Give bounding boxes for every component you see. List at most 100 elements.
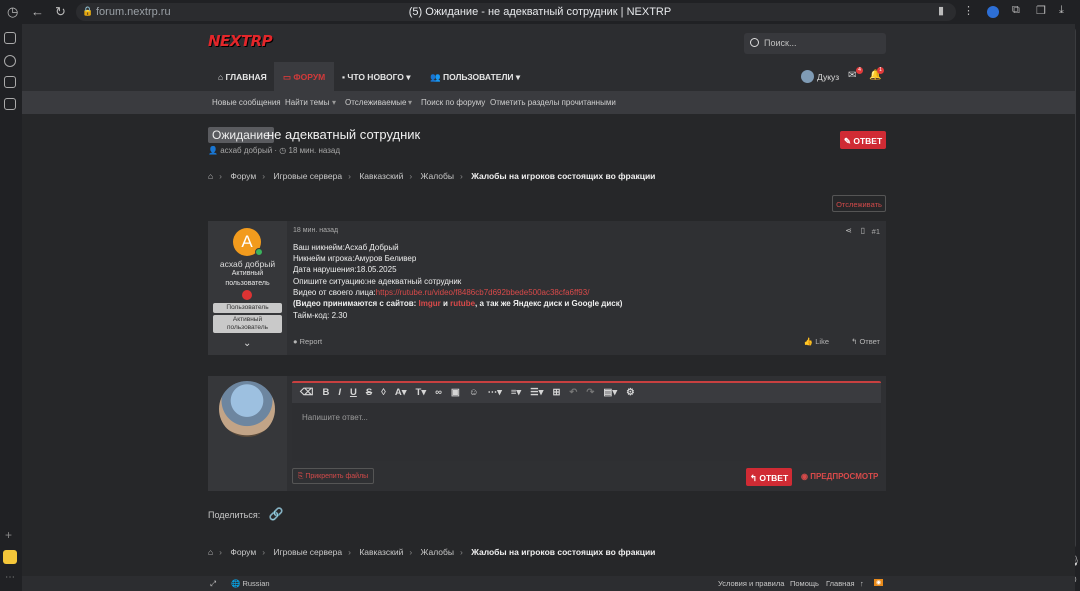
user-title-line2: пользователь: [225, 280, 270, 287]
share-icon[interactable]: ⋖: [845, 226, 852, 235]
share-label: Поделиться:: [208, 510, 261, 520]
nav-forum[interactable]: ▭ ФОРУМ: [274, 62, 335, 91]
post-number[interactable]: #1: [872, 227, 880, 236]
subnav-mark-read[interactable]: Отметить разделы прочитанными: [490, 98, 616, 107]
site-logo[interactable]: NEXTRP: [208, 32, 273, 50]
back-icon[interactable]: ←: [31, 4, 44, 19]
crumb-servers[interactable]: Игровые сервера: [273, 547, 342, 557]
rutube-link[interactable]: rutube: [450, 299, 475, 308]
thread-meta: 👤 асхаб добрый · ◷ 18 мин. назад: [208, 146, 341, 155]
crumb-complaints[interactable]: Жалобы: [421, 171, 454, 181]
align-icon[interactable]: ≡▾: [511, 387, 521, 403]
report-link[interactable]: ● Report: [293, 337, 322, 346]
crumb-current[interactable]: Жалобы на игроков состоящих во фракции: [471, 547, 655, 557]
user-name[interactable]: Дукуз: [817, 72, 839, 82]
address-bar[interactable]: [76, 3, 956, 21]
font-family-icon[interactable]: T▾: [416, 387, 427, 403]
post-username[interactable]: асхаб добрый: [208, 259, 287, 269]
post-item: A асхаб добрый Активный пользователь Поль…: [208, 221, 886, 355]
reply-textarea[interactable]: Напишите ответ...: [292, 403, 881, 461]
site-footer: ⤢ 🌐 Russian Условия и правила Помощь Гла…: [22, 576, 1075, 591]
settings-icon[interactable]: ⚙: [626, 387, 635, 403]
undo-icon[interactable]: ↶: [569, 387, 577, 403]
history-icon[interactable]: ◷: [7, 4, 18, 20]
user-title-line1: Активный: [231, 270, 264, 277]
scroll-top-icon[interactable]: ↑: [860, 579, 864, 588]
inbox-icon[interactable]: ✉: [848, 70, 856, 81]
nav-home[interactable]: ⌂ ГЛАВНАЯ: [218, 62, 267, 91]
subnav-new-posts[interactable]: Новые сообщения: [212, 98, 281, 107]
search-input[interactable]: Поиск...: [744, 33, 886, 54]
user-badge-icon: [242, 290, 252, 300]
italic-icon[interactable]: I: [338, 387, 341, 403]
vk-extension-icon[interactable]: [987, 6, 999, 18]
home-icon[interactable]: ⌂: [208, 171, 213, 181]
table-icon[interactable]: ⊞: [552, 387, 560, 403]
crumb-caucasus[interactable]: Кавказский: [359, 547, 403, 557]
video-link[interactable]: https://rutube.ru/video/f8486cb7d692bbed…: [376, 288, 590, 297]
reply-button-top-label: ОТВЕТ: [853, 136, 883, 146]
expand-chevron-icon[interactable]: ⌄: [243, 338, 251, 349]
bookmark-icon[interactable]: ▮: [938, 4, 944, 17]
sidebar-add-icon[interactable]: +: [5, 528, 12, 542]
preview-button[interactable]: ◉ ПРЕДПРОСМОТР: [801, 472, 878, 481]
redo-icon[interactable]: ↷: [586, 387, 594, 403]
bold-icon[interactable]: B: [322, 387, 329, 403]
underline-icon[interactable]: U: [350, 387, 357, 403]
subnav-watched[interactable]: Отслеживаемые: [345, 98, 406, 107]
sidebar-3-icon[interactable]: [4, 76, 16, 88]
note-text-2: , а так же Яндекс диск и Google диск): [475, 299, 623, 308]
rss-icon[interactable]: ◉: [874, 579, 884, 586]
reply-label: Ответ: [859, 337, 880, 346]
crumb-complaints[interactable]: Жалобы: [421, 547, 454, 557]
tabs-icon[interactable]: ❐: [1036, 4, 1046, 17]
subnav-search-forum[interactable]: Поиск по форуму: [421, 98, 485, 107]
sidebar-tabs-icon[interactable]: [4, 32, 16, 44]
language-selector[interactable]: 🌐 Russian: [231, 579, 270, 588]
menu-icon[interactable]: ⋮: [963, 4, 974, 17]
footer-home[interactable]: Главная: [826, 579, 855, 588]
attach-files-button[interactable]: ⎘ Прикрепить файлы: [292, 468, 374, 484]
subnav-find-threads[interactable]: Найти темы: [285, 98, 329, 107]
crumb-servers[interactable]: Игровые сервера: [273, 171, 342, 181]
extensions-icon[interactable]: ⧉: [1012, 4, 1020, 17]
crumb-current[interactable]: Жалобы на игроков состоящих во фракции: [471, 171, 655, 181]
submit-reply-button[interactable]: ↰ ОТВЕТ: [746, 468, 792, 486]
more-icon[interactable]: ⋯▾: [488, 387, 502, 403]
footer-terms[interactable]: Условия и правила: [718, 579, 784, 588]
reload-icon[interactable]: ↻: [55, 4, 66, 20]
thread-author[interactable]: асхаб добрый: [220, 146, 272, 155]
crumb-forum[interactable]: Форум: [230, 547, 256, 557]
user-avatar[interactable]: [801, 70, 814, 83]
crumb-forum[interactable]: Форум: [230, 171, 256, 181]
color-icon[interactable]: ◊: [381, 387, 386, 403]
eraser-icon[interactable]: ⌫: [300, 387, 313, 403]
follow-button[interactable]: Отслеживать: [832, 195, 886, 212]
post-time[interactable]: 18 мин. назад: [293, 227, 338, 234]
image-icon[interactable]: ▣: [451, 387, 460, 403]
like-link[interactable]: 👍 Like: [804, 337, 829, 346]
sidebar-app-icon[interactable]: [3, 550, 17, 564]
nav-members[interactable]: 👥 ПОЛЬЗОВАТЕЛИ ▾: [430, 62, 520, 91]
reply-button-top[interactable]: ✎ ОТВЕТ: [840, 131, 886, 149]
sidebar-play-icon[interactable]: [4, 55, 16, 67]
link-icon[interactable]: ∞: [435, 387, 442, 403]
emoji-icon[interactable]: ☺: [469, 387, 479, 403]
footer-help[interactable]: Помощь: [790, 579, 819, 588]
imgur-link[interactable]: Imgur: [419, 299, 441, 308]
submit-reply-label: ОТВЕТ: [759, 473, 789, 483]
font-size-icon[interactable]: A▾: [395, 387, 407, 403]
sidebar-more-icon[interactable]: ⋯: [5, 572, 15, 583]
download-icon[interactable]: ⤓: [1059, 4, 1064, 17]
strike-icon[interactable]: S: [366, 387, 372, 403]
list-icon[interactable]: ☰▾: [530, 387, 543, 403]
reply-link[interactable]: ↰ Ответ: [851, 337, 880, 346]
nav-whats-new[interactable]: ▪ ЧТО НОВОГО ▾: [342, 62, 411, 91]
bookmark-post-icon[interactable]: ▯: [861, 226, 865, 235]
template-icon[interactable]: ▤▾: [603, 387, 617, 403]
crumb-caucasus[interactable]: Кавказский: [359, 171, 403, 181]
home-icon[interactable]: ⌂: [208, 547, 213, 557]
fullscreen-icon[interactable]: ⤢: [210, 579, 216, 589]
sidebar-screen-icon[interactable]: [4, 98, 16, 110]
share-link-icon[interactable]: 🔗: [269, 507, 284, 521]
